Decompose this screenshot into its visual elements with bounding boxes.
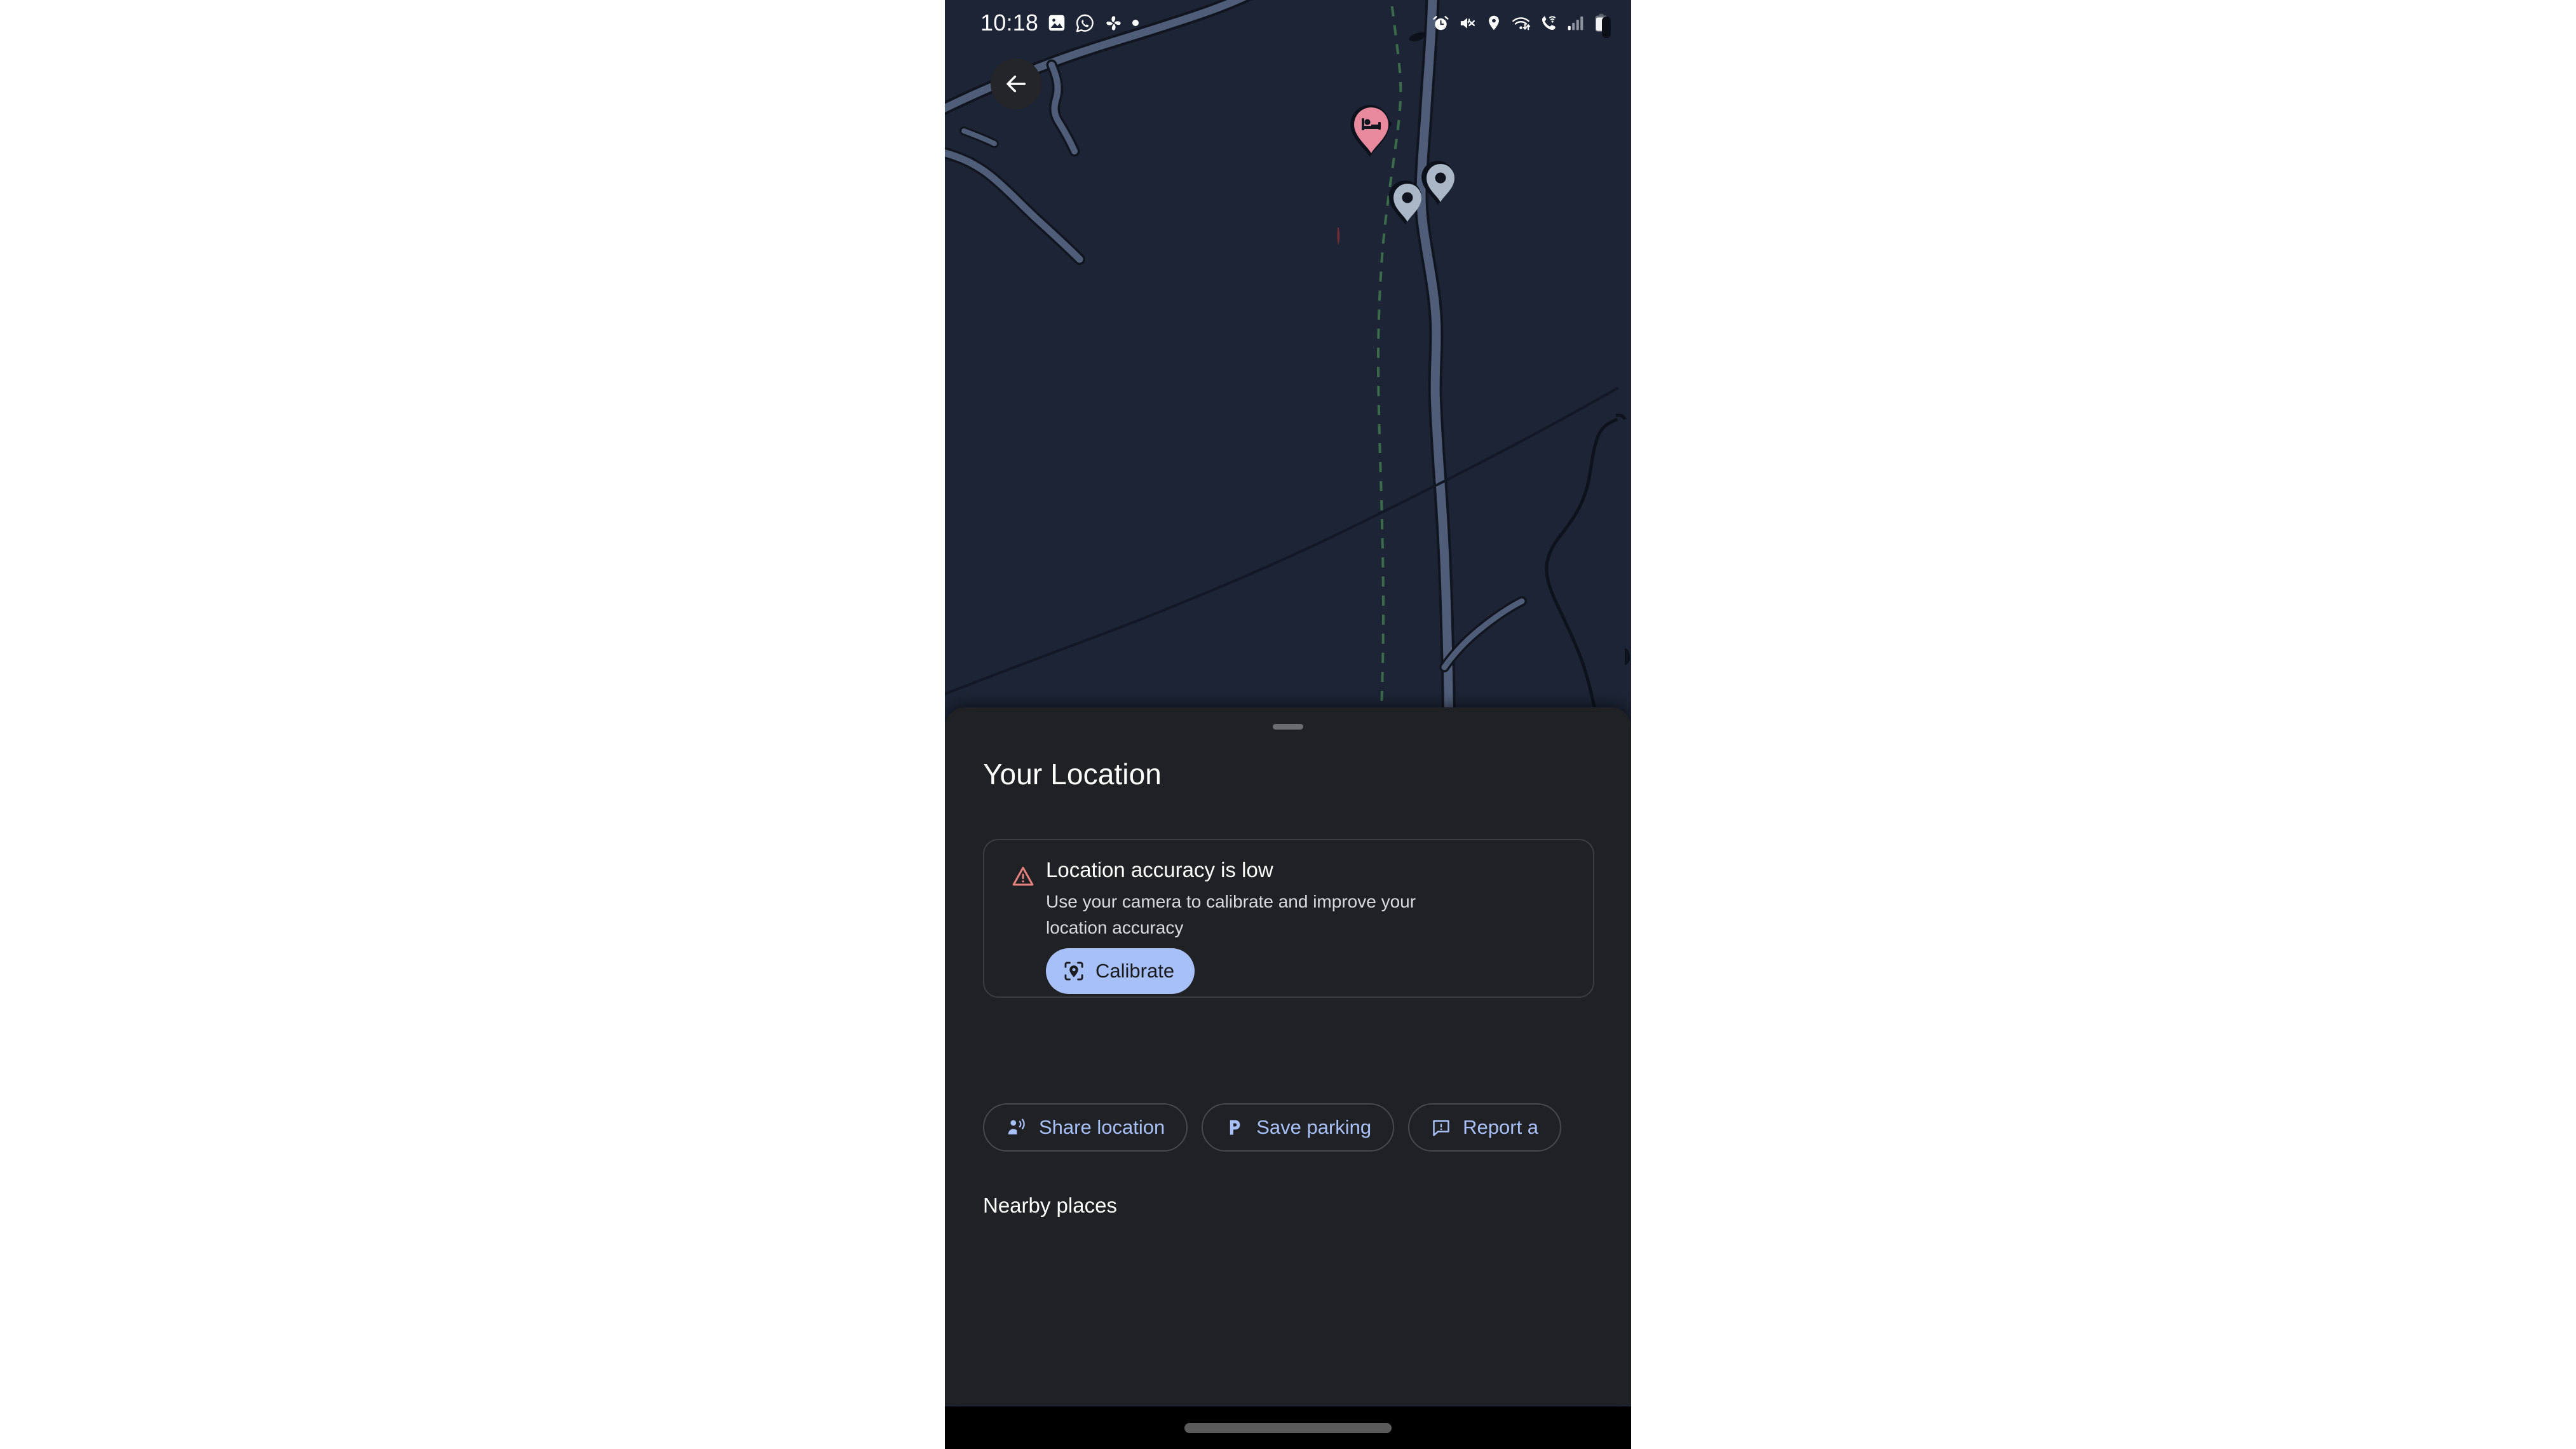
phone-screen: 10:18 Your Location Location accuracy is…	[945, 0, 1631, 1449]
pinwheel-icon	[1106, 15, 1121, 31]
sheet-drag-handle[interactable]	[1273, 724, 1303, 730]
alarm-icon	[1433, 15, 1449, 30]
chip-label: Save parking	[1256, 1116, 1372, 1138]
wifi-data-icon	[1512, 17, 1531, 30]
map-canvas[interactable]	[945, 0, 1631, 728]
status-clock: 10:18	[980, 10, 1039, 36]
location-icon	[1489, 15, 1499, 31]
share-person-icon	[1008, 1119, 1025, 1135]
accuracy-card-body: Use your camera to calibrate and improve…	[1046, 892, 1416, 937]
back-button[interactable]	[991, 58, 1041, 109]
bottom-sheet[interactable]: Your Location Location accuracy is low U…	[945, 707, 1631, 1405]
accuracy-card-title: Location accuracy is low	[1046, 858, 1273, 881]
map-vector-layer	[945, 0, 1631, 728]
report-chat-icon	[1433, 1120, 1449, 1136]
camera-punch-hole	[1602, 17, 1611, 38]
gesture-nav-bar	[945, 1406, 1631, 1449]
warning-triangle-icon	[1012, 866, 1034, 886]
dot-icon	[1132, 20, 1139, 26]
vibrate-mute-icon	[1460, 17, 1475, 29]
status-bar: 10:18	[945, 0, 1631, 46]
chip-report-a[interactable]: Report a	[1408, 1103, 1562, 1152]
parking-p-icon	[1230, 1120, 1240, 1135]
home-gesture-pill[interactable]	[1184, 1423, 1392, 1433]
calibrate-scan-icon	[1064, 962, 1083, 981]
back-arrow-icon	[1007, 75, 1026, 93]
wifi-calling-icon	[1542, 15, 1556, 30]
chip-label: Share location	[1039, 1116, 1165, 1138]
chip-label: Report a	[1463, 1116, 1539, 1138]
status-bar-right	[1432, 13, 1610, 33]
location-accuracy-card: Location accuracy is low Use your camera…	[983, 839, 1594, 998]
chip-share-location[interactable]: Share location	[983, 1103, 1188, 1152]
calibrate-button[interactable]: Calibrate	[1046, 948, 1195, 994]
nearby-places-heading: Nearby places	[983, 1194, 1117, 1217]
signal-bars-icon	[1568, 16, 1583, 30]
status-bar-left: 10:18	[980, 10, 1139, 36]
whatsapp-icon	[1076, 14, 1094, 32]
chip-save-parking[interactable]: Save parking	[1202, 1103, 1395, 1152]
action-chip-row[interactable]: Share location Save parking Report a	[983, 1103, 1562, 1152]
photos-icon	[1048, 15, 1065, 31]
calibrate-button-label: Calibrate	[1095, 960, 1175, 982]
page-title: Your Location	[983, 758, 1162, 791]
screenshot-canvas: 10:18 Your Location Location accuracy is…	[0, 0, 2576, 1449]
